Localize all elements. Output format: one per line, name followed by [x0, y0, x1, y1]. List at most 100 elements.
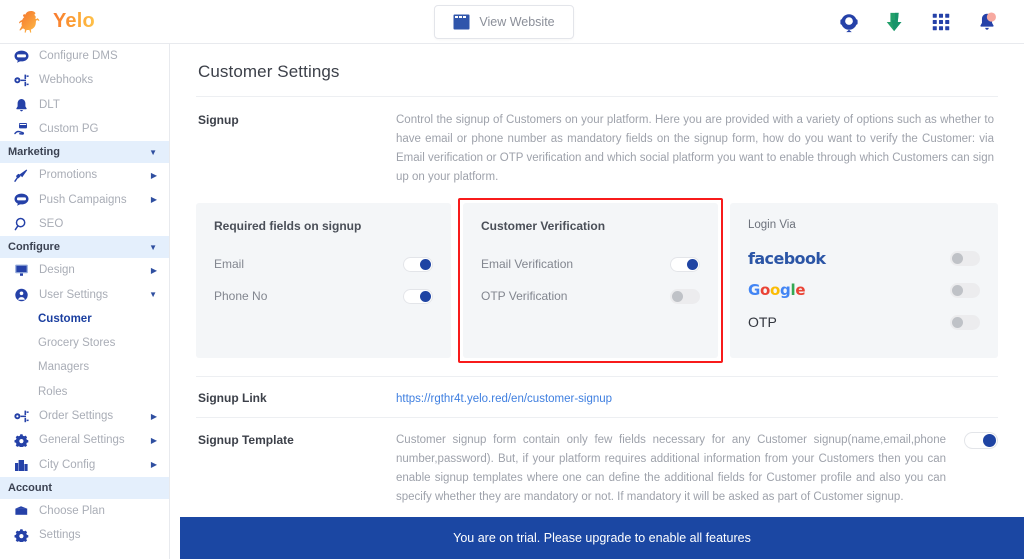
- sidebar-label: DLT: [39, 98, 60, 111]
- facebook-login-toggle[interactable]: [950, 250, 980, 266]
- row-label: Email: [214, 257, 245, 271]
- top-header: Yelo View Website: [0, 0, 1024, 44]
- sidebar-section-marketing[interactable]: Marketing ▼: [0, 141, 169, 164]
- row-label: Phone No: [214, 289, 268, 303]
- sidebar-item-choose-plan[interactable]: Choose Plan: [0, 499, 169, 523]
- sidebar-item-design[interactable]: Design ▶: [0, 258, 169, 282]
- bell-icon: [14, 97, 29, 112]
- sidebar-item-city-config[interactable]: City Config ▶: [0, 452, 169, 476]
- facebook-logo: facebook: [748, 248, 826, 268]
- google-login-toggle[interactable]: [950, 282, 980, 298]
- sidebar-nav[interactable]: Configure DMS Webhooks DLT Custom PG Mar…: [0, 44, 170, 559]
- chevron-right-icon: ▶: [150, 265, 157, 275]
- payment-hand-icon: [14, 122, 29, 137]
- card-title: Login Via: [748, 219, 796, 231]
- email-verification-toggle[interactable]: [670, 256, 700, 272]
- signup-description: Control the signup of Customers on your …: [396, 114, 994, 183]
- plan-icon: [14, 503, 29, 518]
- customer-verification-card: Customer Verification Email Verification…: [463, 203, 718, 358]
- sidebar-item-push-campaigns[interactable]: Push Campaigns ▶: [0, 187, 169, 211]
- sidebar-label: User Settings: [39, 288, 109, 301]
- signup-link-url[interactable]: https://rgthr4t.yelo.red/en/customer-sig…: [396, 393, 612, 405]
- sidebar-item-order-settings[interactable]: Order Settings ▶: [0, 404, 169, 428]
- otp-verification-toggle[interactable]: [670, 288, 700, 304]
- chevron-right-icon: ▶: [150, 411, 157, 421]
- signup-template-description: Customer signup form contain only few fi…: [396, 434, 946, 503]
- signup-link-section: Signup Link https://rgthr4t.yelo.red/en/…: [196, 377, 998, 417]
- sidebar-label: Customer: [38, 312, 92, 325]
- chevron-down-icon: ▼: [149, 147, 157, 157]
- otp-login-toggle[interactable]: [950, 314, 980, 330]
- signup-link-label: Signup Link: [198, 391, 267, 405]
- view-website-label: View Website: [479, 14, 555, 29]
- sidebar-label: Order Settings: [39, 410, 114, 422]
- google-logo: Google: [748, 281, 806, 299]
- chevron-down-icon: ▼: [149, 242, 157, 252]
- toggle-knob: [952, 284, 963, 296]
- trial-banner: You are on trial. Please upgrade to enab…: [180, 517, 1024, 559]
- page-title: Customer Settings: [198, 62, 340, 81]
- sidebar-item-configure-dms[interactable]: Configure DMS: [0, 44, 169, 68]
- main-content: Customer Settings Signup Control the sig…: [170, 44, 1024, 559]
- sidebar-item-general-settings[interactable]: General Settings ▶: [0, 428, 169, 452]
- row-label: Email Verification: [481, 257, 574, 271]
- login-via-google-row: Google: [748, 275, 980, 305]
- signup-template-section: Signup Template Customer signup form con…: [196, 418, 998, 513]
- brand-name: Yelo: [53, 10, 95, 32]
- sidebar-item-grocery-stores[interactable]: Grocery Stores: [0, 331, 169, 355]
- sidebar-item-managers[interactable]: Managers: [0, 355, 169, 379]
- browser-window-icon: [453, 14, 470, 29]
- apps-grid-icon[interactable]: [930, 11, 952, 33]
- magnifier-icon: [14, 216, 29, 231]
- chevron-right-icon: ▶: [150, 170, 157, 180]
- user-circle-icon: [14, 287, 29, 302]
- toggle-knob: [672, 290, 683, 302]
- sidebar-item-webhooks[interactable]: Webhooks: [0, 68, 169, 92]
- email-required-toggle[interactable]: [403, 256, 433, 272]
- chevron-right-icon: ▶: [150, 435, 157, 445]
- signup-template-toggle[interactable]: [964, 432, 998, 449]
- required-fields-card: Required fields on signup Email Phone No: [196, 203, 451, 358]
- toggle-knob: [952, 316, 963, 328]
- gear-icon: [14, 528, 29, 543]
- notification-bell-icon[interactable]: [976, 11, 998, 33]
- signup-template-body: Customer signup form contain only few fi…: [396, 431, 998, 507]
- otp-verification-row: OTP Verification: [481, 281, 700, 311]
- toggle-knob: [420, 258, 431, 270]
- signup-template-label: Signup Template: [198, 433, 294, 447]
- sidebar-label: City Config: [39, 458, 96, 471]
- app-root: Yelo View Website Configure DMS Webhooks…: [0, 0, 1024, 559]
- signup-section: Signup Control the signup of Customers o…: [196, 97, 998, 197]
- toggle-knob: [983, 434, 996, 447]
- sidebar-section-account[interactable]: Account: [0, 476, 169, 499]
- sidebar-item-user-settings[interactable]: User Settings ▼: [0, 282, 169, 306]
- sidebar-item-promotions[interactable]: Promotions ▶: [0, 163, 169, 187]
- support-headset-icon[interactable]: [838, 11, 860, 33]
- toggle-knob: [420, 290, 431, 302]
- webhook-icon: [14, 73, 29, 88]
- sidebar-section-configure[interactable]: Configure ▼: [0, 236, 169, 259]
- phone-required-toggle[interactable]: [403, 288, 433, 304]
- speech-bubble-icon: [14, 49, 29, 64]
- required-field-phone-row: Phone No: [214, 281, 433, 311]
- header-center: View Website: [170, 4, 838, 39]
- card-title: Required fields on signup: [214, 219, 362, 233]
- brand-logo[interactable]: Yelo: [0, 9, 170, 35]
- sidebar-label: Settings: [39, 529, 81, 542]
- sidebar-item-customer[interactable]: Customer: [0, 307, 169, 331]
- sidebar-item-dlt[interactable]: DLT: [0, 93, 169, 117]
- sidebar-item-roles[interactable]: Roles: [0, 380, 169, 404]
- sidebar-item-custom-pg[interactable]: Custom PG: [0, 117, 169, 141]
- toggle-knob: [952, 252, 963, 264]
- view-website-button[interactable]: View Website: [434, 4, 574, 39]
- login-via-facebook-row: facebook: [748, 243, 980, 273]
- sidebar-label: Choose Plan: [39, 504, 105, 517]
- trial-banner-text: You are on trial. Please upgrade to enab…: [453, 531, 751, 545]
- body-region: Configure DMS Webhooks DLT Custom PG Mar…: [0, 44, 1024, 559]
- building-icon: [14, 457, 29, 472]
- chevron-right-icon: ▶: [150, 460, 157, 470]
- green-arrow-icon[interactable]: [884, 11, 906, 33]
- megaphone-icon: [14, 168, 29, 183]
- sidebar-item-seo[interactable]: SEO: [0, 212, 169, 236]
- sidebar-item-settings[interactable]: Settings: [0, 523, 169, 547]
